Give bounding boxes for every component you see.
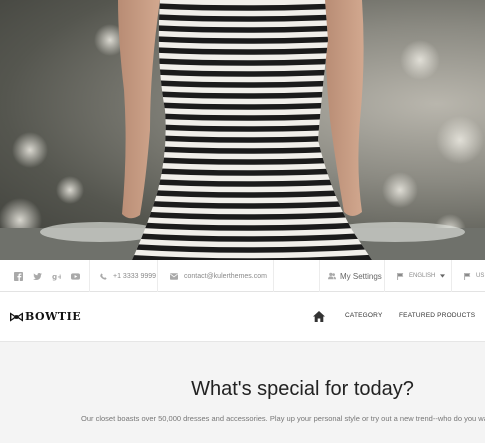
hero-photo-illustration <box>0 0 485 260</box>
flag-icon <box>397 272 404 280</box>
phone-icon <box>100 272 107 280</box>
caret-down-icon <box>440 274 446 278</box>
section-description: Our closet boasts over 50,000 dresses an… <box>81 414 485 423</box>
my-settings-menu[interactable]: My Settings <box>319 260 385 292</box>
brand-name: BOWTIE <box>25 310 82 323</box>
youtube-icon[interactable] <box>71 272 80 281</box>
top-info-bar: g+ +1 3333 9999 contact@kulerthemes.com … <box>0 260 485 292</box>
my-settings-label: My Settings <box>340 271 382 281</box>
social-links: g+ <box>0 260 90 292</box>
main-navigation: BOWTIE CATEGORY FEATURED PRODUCTS <box>0 292 485 342</box>
hero-banner-image <box>0 0 485 260</box>
bowtie-icon <box>10 311 23 322</box>
main-content: What's special for today? Our closet boa… <box>0 342 485 443</box>
language-selector[interactable]: ENGLISH <box>385 260 452 292</box>
nav-featured-products[interactable]: FEATURED PRODUCTS <box>399 312 475 319</box>
section-heading: What's special for today? <box>191 378 414 400</box>
svg-text:g+: g+ <box>52 272 61 281</box>
google-plus-icon[interactable]: g+ <box>52 272 61 281</box>
flag-icon <box>464 272 471 280</box>
phone-contact: +1 3333 9999 <box>90 260 158 292</box>
facebook-icon[interactable] <box>14 271 23 281</box>
users-icon <box>328 272 336 280</box>
twitter-icon[interactable] <box>33 272 42 281</box>
phone-number: +1 3333 9999 <box>113 272 157 280</box>
email-contact: contact@kulerthemes.com <box>158 260 274 292</box>
home-icon[interactable] <box>313 311 325 322</box>
language-label: ENGLISH <box>409 273 436 279</box>
nav-category[interactable]: CATEGORY <box>345 312 382 319</box>
currency-label: US <box>476 273 485 279</box>
envelope-icon <box>170 272 178 280</box>
email-address[interactable]: contact@kulerthemes.com <box>184 273 267 280</box>
currency-selector[interactable]: US <box>452 260 485 292</box>
brand-logo[interactable]: BOWTIE <box>10 310 81 323</box>
